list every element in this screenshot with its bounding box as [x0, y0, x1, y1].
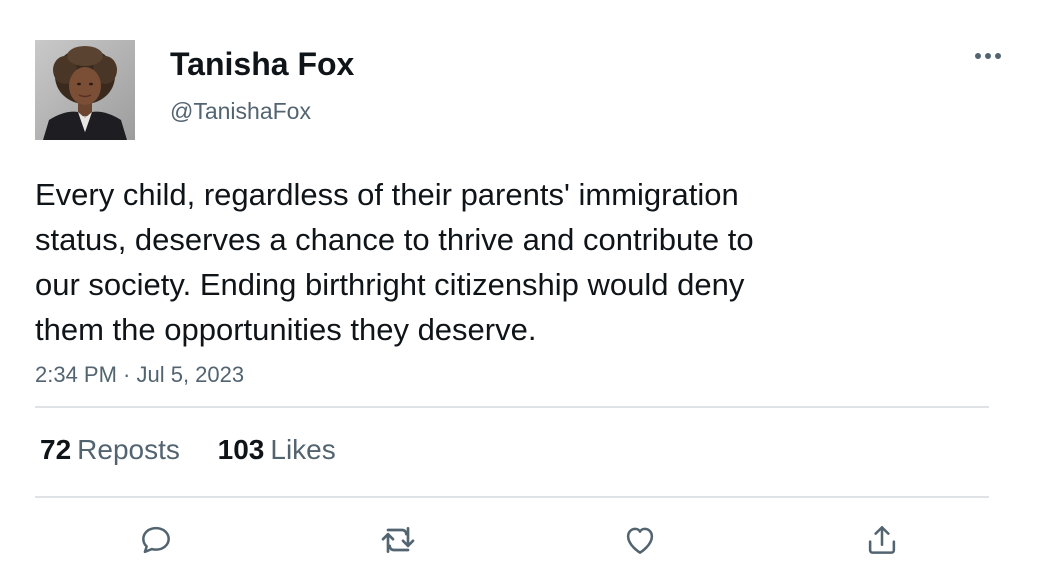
likes-stat[interactable]: 103 Likes [218, 433, 336, 467]
more-options-button[interactable] [968, 42, 1008, 70]
heart-icon [626, 527, 654, 554]
reply-icon [142, 526, 170, 554]
display-name[interactable]: Tanisha Fox [170, 44, 354, 84]
tweet-text-line: them the opportunities they deserve. [35, 312, 537, 347]
divider [35, 496, 989, 498]
likes-count: 103 [217, 434, 265, 465]
reply-button[interactable] [134, 518, 178, 562]
profile-photo-icon [35, 40, 135, 140]
reposts-label: Reposts [77, 434, 180, 465]
tweet-text: Every child, regardless of their parents… [35, 172, 995, 352]
repost-button[interactable] [376, 518, 420, 562]
reposts-count: 72 [40, 434, 72, 465]
avatar[interactable] [35, 40, 135, 140]
divider [35, 406, 989, 408]
tweet-text-line: status, deserves a chance to thrive and … [35, 222, 754, 257]
repost-icon [381, 527, 415, 553]
tweet-text-line: Every child, regardless of their parents… [35, 177, 739, 212]
like-button[interactable] [618, 518, 662, 562]
tweet-text-line: our society. Ending birthright citizensh… [35, 267, 745, 302]
likes-label: Likes [270, 434, 336, 465]
tweet-timestamp[interactable]: 2:34 PM · Jul 5, 2023 [35, 360, 244, 390]
share-button[interactable] [860, 518, 904, 562]
more-horizontal-icon [975, 53, 1001, 59]
user-handle[interactable]: @TanishaFox [170, 96, 311, 126]
reposts-stat[interactable]: 72 Reposts [40, 433, 180, 467]
engagement-stats: 72 Reposts 103 Likes [40, 433, 336, 467]
share-icon [868, 526, 896, 554]
